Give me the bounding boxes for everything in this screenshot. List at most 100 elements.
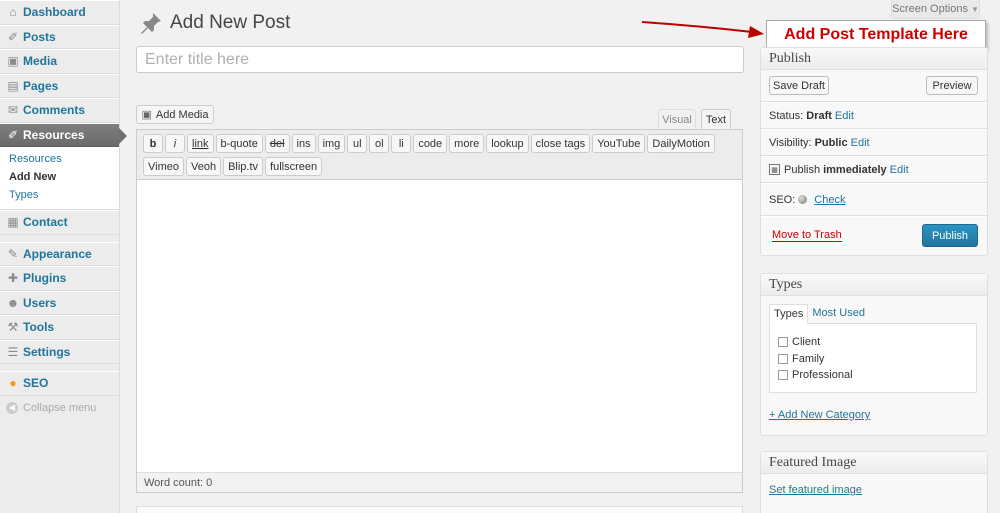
quicktag-img-button[interactable]: img — [317, 134, 346, 153]
quicktag-ins-button[interactable]: ins — [291, 134, 316, 153]
edit-status-link[interactable]: Edit — [835, 110, 854, 122]
page-title: Add New Post — [138, 10, 290, 36]
status-value: Draft — [806, 109, 832, 122]
quicktag-veoh-button[interactable]: Veoh — [185, 157, 222, 176]
quicktag-more-button[interactable]: more — [449, 134, 485, 153]
publish-button[interactable]: Publish — [922, 224, 978, 247]
sidebar-item-label: Pages — [23, 78, 59, 93]
sidebar-item-plugins[interactable]: ✚ Plugins — [0, 266, 119, 291]
publish-box: Publish Save Draft Preview Status: Draft… — [760, 47, 988, 256]
quicktag-youtube-button[interactable]: YouTube — [592, 134, 646, 153]
type-label: Professional — [792, 369, 853, 382]
quicktag-lookup-button[interactable]: lookup — [486, 134, 529, 153]
edit-visibility-link[interactable]: Edit — [851, 137, 870, 149]
submenu-item-add-new[interactable]: Add New — [0, 169, 119, 187]
annotation-arrow-icon — [641, 21, 764, 38]
sidebar-item-media[interactable]: ▣ Media — [0, 49, 119, 74]
tools-icon: ⚒ — [7, 320, 19, 335]
page-title-text: Add New Post — [170, 12, 291, 33]
add-new-category-link[interactable]: + Add New Category — [769, 409, 987, 421]
admin-sidebar: ⌂ Dashboard ✐ Posts ▣ Media ▤ Pages ✉ Comments ✐ Re… — [0, 0, 127, 513]
seo-label: SEO: — [769, 193, 796, 206]
resources-submenu: Resources Add New Types — [0, 147, 119, 210]
sidebar-item-label: Contact — [23, 215, 68, 230]
quicktag-blip-tv-button[interactable]: Blip.tv — [223, 157, 264, 176]
quicktag-dailymotion-button[interactable]: DailyMotion — [647, 134, 715, 153]
sidebar-item-settings[interactable]: ☰ Settings — [0, 339, 119, 364]
quicktag-ul-button[interactable]: ul — [347, 134, 368, 153]
sidebar-item-label: SEO — [23, 376, 49, 391]
sidebar-item-label: Posts — [23, 29, 56, 44]
sidebar-item-label: Settings — [23, 344, 71, 359]
pin-icon: ✐ — [7, 29, 19, 44]
seo-check-link[interactable]: Check — [814, 194, 845, 206]
sidebar-item-comments[interactable]: ✉ Comments — [0, 98, 119, 123]
post-title-input[interactable] — [136, 46, 744, 73]
sidebar-item-dashboard[interactable]: ⌂ Dashboard — [0, 0, 119, 25]
sidebar-item-label: Media — [23, 54, 58, 69]
tab-all-types[interactable]: Types — [769, 304, 809, 324]
quicktag-ol-button[interactable]: ol — [369, 134, 390, 153]
plugins-icon: ✚ — [7, 271, 19, 286]
screen-options-label: Screen Options — [892, 3, 968, 15]
comments-icon: ✉ — [7, 103, 19, 118]
publish-time-value: immediately — [823, 163, 887, 176]
submenu-item-types[interactable]: Types — [0, 187, 119, 205]
quicktag-vimeo-button[interactable]: Vimeo — [143, 157, 184, 176]
quicktag-close-tags-button[interactable]: close tags — [530, 134, 591, 153]
status-label: Status: — [769, 109, 804, 122]
media-icon: ▣ — [141, 109, 152, 121]
quicktags-toolbar: b i link b-quote del ins img ul ol li code more look… — [137, 130, 742, 180]
collapse-icon: ◀ — [6, 401, 18, 414]
sidebar-item-contact[interactable]: ▦ Contact — [0, 210, 119, 235]
seo-status-icon — [798, 195, 808, 204]
checkbox[interactable] — [778, 353, 788, 364]
publish-time-label: Publish — [784, 163, 821, 176]
move-to-trash-link[interactable]: Move to Trash — [772, 229, 842, 242]
sidebar-item-seo[interactable]: ● SEO — [0, 371, 119, 396]
sidebar-item-tools[interactable]: ⚒ Tools — [0, 315, 119, 340]
tab-most-used[interactable]: Most Used — [808, 304, 869, 323]
word-count: Word count: 0 — [137, 472, 742, 492]
sidebar-item-resources[interactable]: ✐ Resources — [0, 122, 127, 147]
sidebar-item-users[interactable]: ☻ Users — [0, 290, 119, 315]
checkbox[interactable] — [778, 337, 788, 348]
collapse-menu-button[interactable]: ◀ Collapse menu — [0, 396, 119, 420]
quicktag-code-button[interactable]: code — [413, 134, 448, 153]
save-draft-button[interactable]: Save Draft — [769, 76, 829, 95]
set-featured-image-link[interactable]: Set featured image — [769, 484, 987, 496]
edit-publish-time-link[interactable]: Edit — [890, 164, 909, 176]
type-option-client[interactable]: Client — [778, 334, 976, 351]
sidebar-item-label: Resources — [23, 127, 85, 142]
featured-image-title: Featured Image — [761, 452, 987, 474]
sidebar-item-appearance[interactable]: ✎ Appearance — [0, 241, 119, 266]
type-option-professional[interactable]: Professional — [778, 367, 976, 384]
quicktag-li-button[interactable]: li — [391, 134, 412, 153]
quicktag-b-quote-button[interactable]: b-quote — [215, 134, 263, 153]
tab-text[interactable]: Text — [701, 109, 731, 129]
media-icon: ▣ — [7, 54, 19, 69]
quicktag-fullscreen-button[interactable]: fullscreen — [265, 157, 323, 176]
settings-icon: ☰ — [7, 344, 19, 359]
seo-icon: ● — [9, 376, 17, 391]
sidebar-item-posts[interactable]: ✐ Posts — [0, 24, 119, 49]
type-option-family[interactable]: Family — [778, 351, 976, 368]
add-media-label: Add Media — [155, 108, 209, 121]
dashboard-icon: ⌂ — [9, 5, 17, 20]
collapse-label: Collapse menu — [23, 401, 97, 414]
post-editor[interactable]: b i link b-quote del ins img ul ol li code more look… — [136, 129, 743, 493]
tab-visual[interactable]: Visual — [658, 109, 696, 129]
add-media-button[interactable]: ▣ Add Media — [136, 105, 214, 124]
sidebar-item-pages[interactable]: ▤ Pages — [0, 73, 119, 98]
quicktag-i-button[interactable]: i — [165, 134, 185, 153]
menu-separator — [0, 235, 119, 242]
quicktag-link-button[interactable]: link — [187, 134, 214, 153]
screen-options-button[interactable]: Screen Options ▼ — [891, 0, 980, 19]
preview-button[interactable]: Preview — [926, 76, 978, 95]
checkbox[interactable] — [778, 370, 788, 381]
quicktag-b-button[interactable]: b — [143, 134, 163, 153]
submenu-item-resources[interactable]: Resources — [0, 151, 119, 169]
type-label: Family — [792, 352, 825, 365]
quicktag-del-button[interactable]: del — [264, 134, 290, 153]
appearance-icon: ✎ — [7, 246, 19, 261]
